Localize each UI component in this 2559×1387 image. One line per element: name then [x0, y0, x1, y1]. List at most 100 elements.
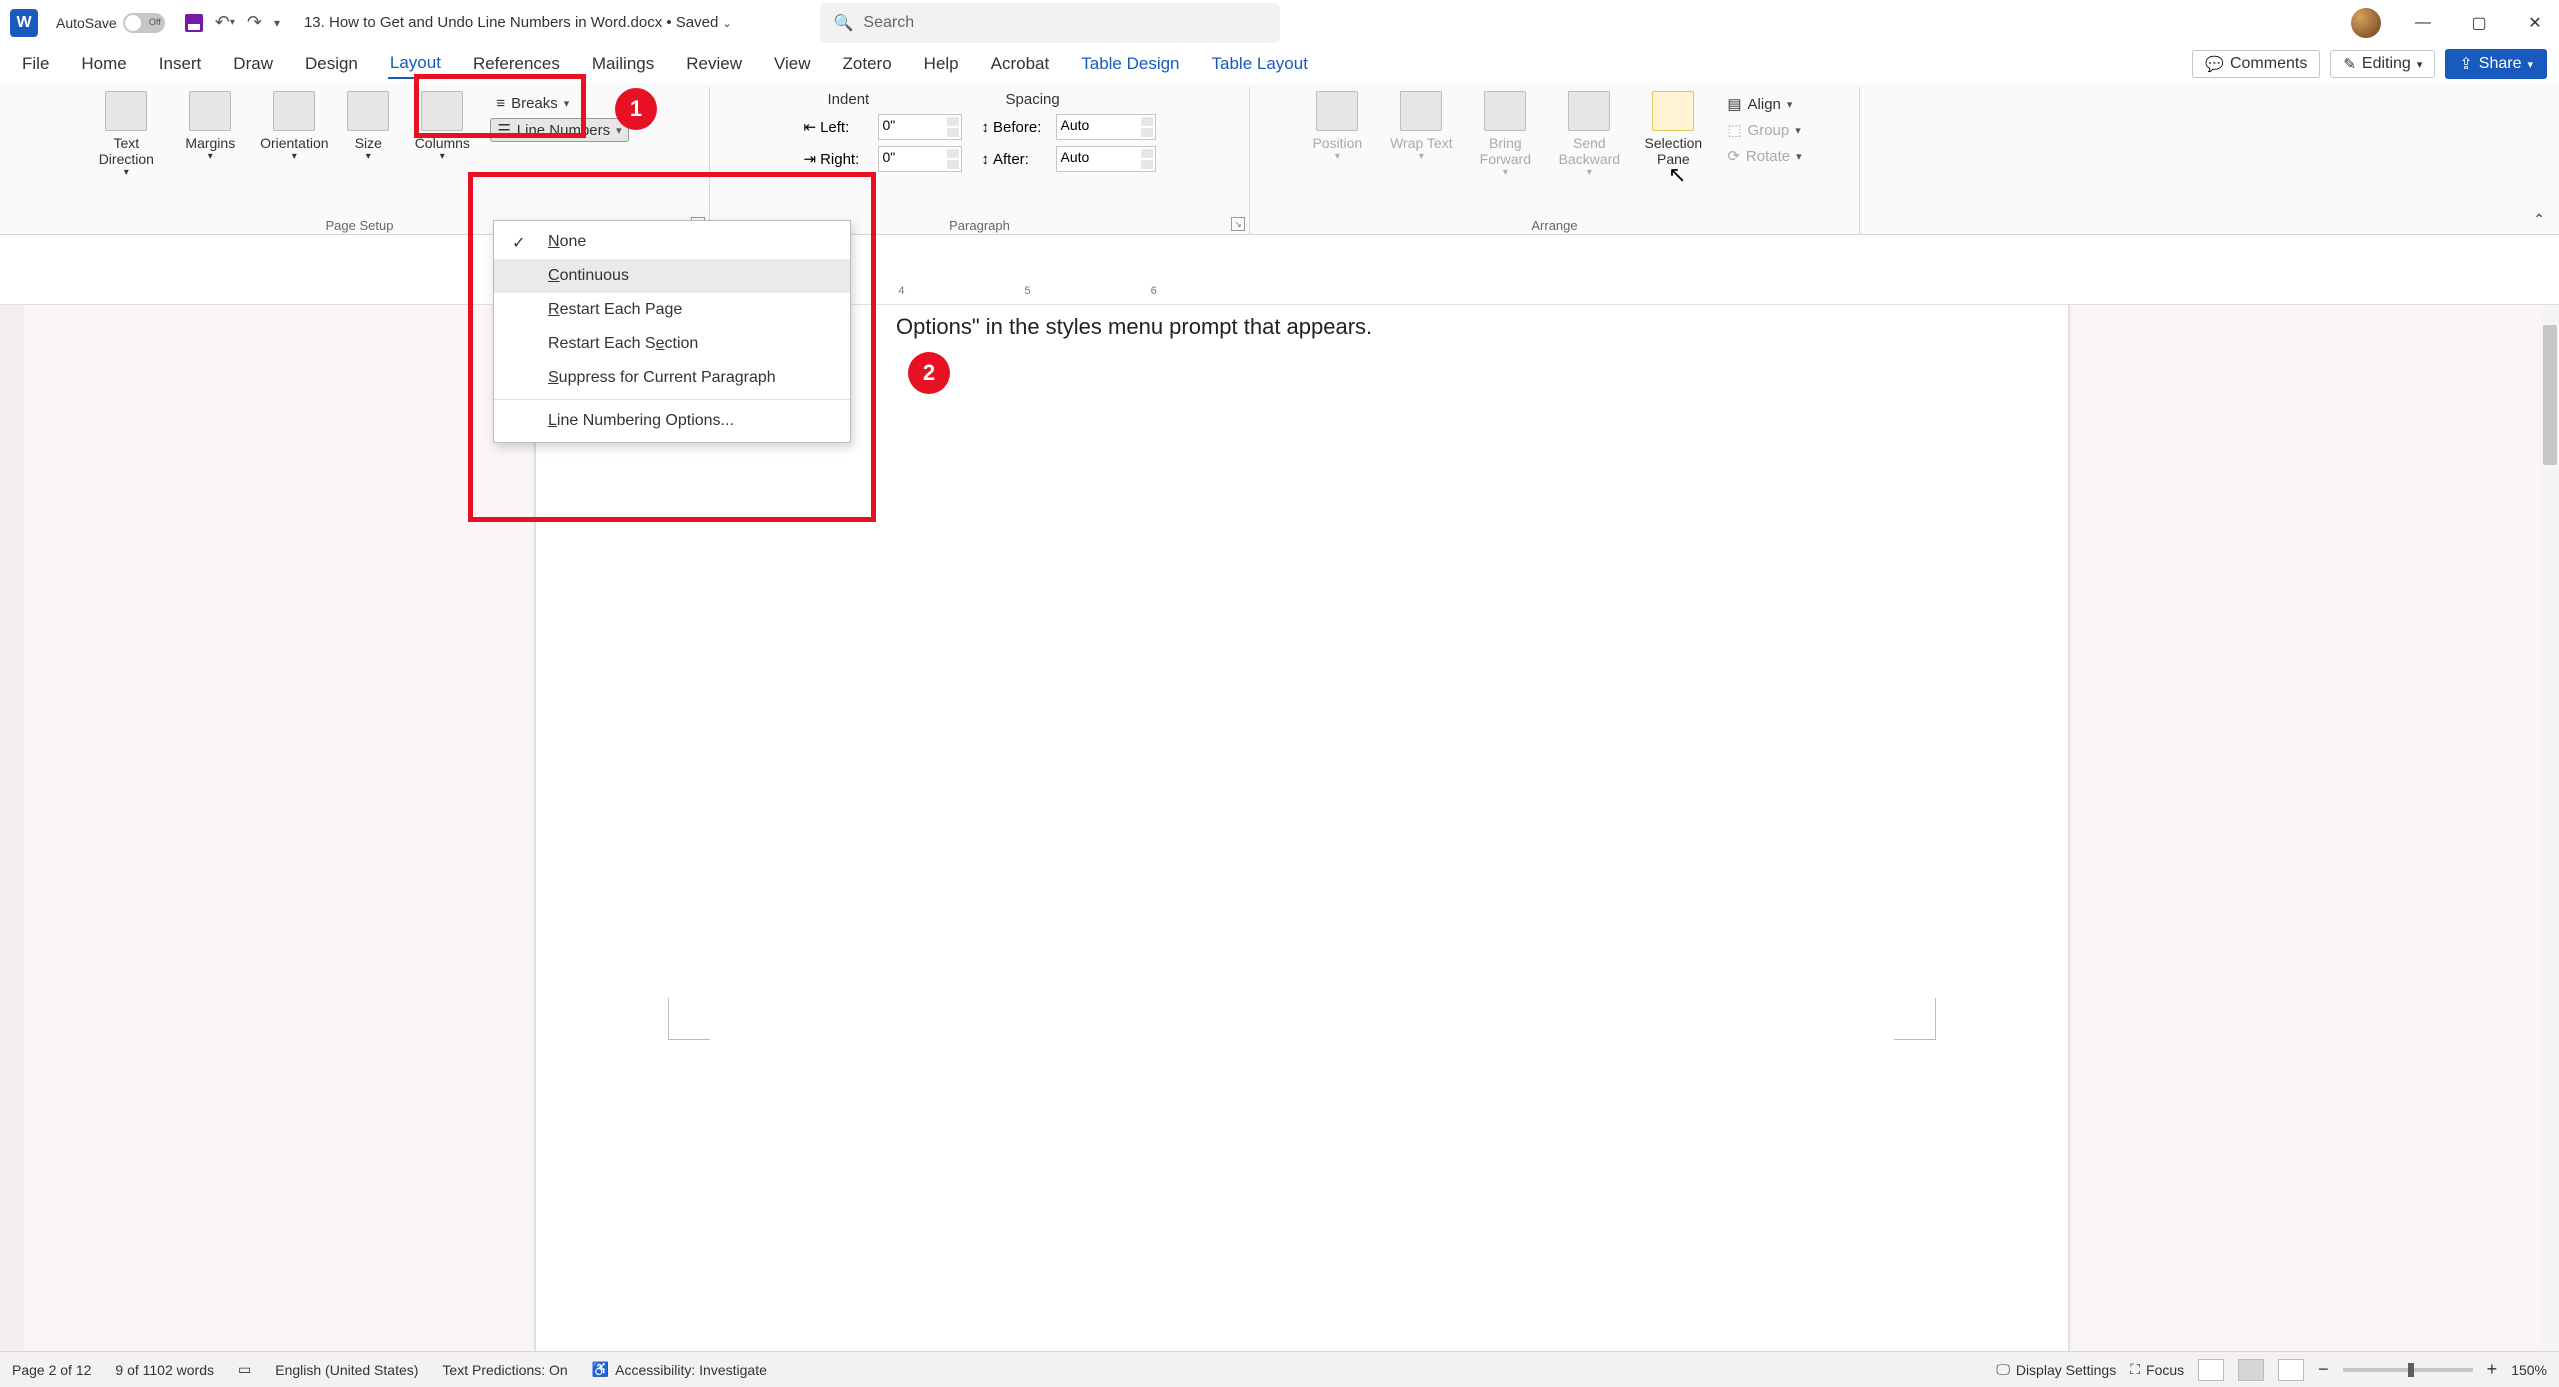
tab-help[interactable]: Help: [922, 50, 961, 78]
spacing-after-input[interactable]: Auto: [1056, 146, 1156, 172]
zoom-slider-handle[interactable]: [2408, 1363, 2414, 1377]
line-numbers-dropdown: ✓None Continuous Restart Each Page Resta…: [493, 220, 851, 443]
zoom-in-button[interactable]: +: [2487, 1359, 2498, 1380]
chevron-down-icon: ▾: [616, 124, 622, 137]
document-area: Options" in the styles menu prompt that …: [0, 305, 2559, 1351]
redo-button[interactable]: ↷: [247, 12, 262, 33]
display-settings-button[interactable]: 🖵Display Settings: [1996, 1361, 2116, 1378]
indent-right-input[interactable]: 0": [878, 146, 962, 172]
spacing-before-label: ↕Before:: [982, 119, 1052, 136]
tab-table-layout[interactable]: Table Layout: [1210, 50, 1310, 78]
status-words[interactable]: 9 of 1102 words: [115, 1362, 214, 1378]
tab-design[interactable]: Design: [303, 50, 360, 78]
comments-button[interactable]: 💬Comments: [2192, 50, 2320, 78]
ruler-mark: 4: [898, 285, 904, 297]
text-direction-button[interactable]: Text Direction▾: [90, 91, 162, 178]
bring-forward-button: Bring Forward▾: [1469, 91, 1541, 178]
collapse-ribbon-button[interactable]: ⌃: [2533, 211, 2545, 228]
pencil-icon: ✎: [2343, 55, 2356, 73]
tab-review[interactable]: Review: [684, 50, 744, 78]
scrollbar-thumb[interactable]: [2543, 325, 2557, 465]
indent-left-icon: ⇤: [804, 118, 817, 136]
tab-table-design[interactable]: Table Design: [1079, 50, 1181, 78]
line-numbers-button[interactable]: ☰Line Numbers▾: [490, 118, 628, 142]
share-button[interactable]: ⇪Share▾: [2445, 49, 2547, 79]
maximize-button[interactable]: ▢: [2465, 13, 2493, 33]
tab-zotero[interactable]: Zotero: [841, 50, 894, 78]
autosave-label: AutoSave: [56, 15, 117, 31]
selection-pane-button[interactable]: Selection Pane: [1637, 91, 1709, 167]
tab-layout[interactable]: Layout: [388, 49, 443, 79]
status-text-predictions[interactable]: Text Predictions: On: [442, 1362, 567, 1378]
menu-item-none[interactable]: ✓None: [494, 225, 850, 259]
indent-right-label: ⇥Right:: [804, 150, 874, 168]
horizontal-ruler[interactable]: 1 2 3 4 5 6: [0, 285, 2559, 305]
autosave-toggle[interactable]: AutoSave Off: [56, 13, 165, 33]
focus-button[interactable]: ⛶Focus: [2130, 1361, 2184, 1378]
chevron-down-icon: ▾: [230, 17, 235, 28]
tab-home[interactable]: Home: [79, 50, 128, 78]
qat-customize-button[interactable]: ▾: [274, 16, 280, 30]
status-language[interactable]: English (United States): [275, 1362, 418, 1378]
menu-item-suppress[interactable]: Suppress for Current Paragraph: [494, 361, 850, 395]
tab-view[interactable]: View: [772, 50, 813, 78]
paragraph-launcher[interactable]: ↘: [1231, 217, 1245, 231]
indent-left-input[interactable]: 0": [878, 114, 962, 140]
page-margin-guide: [668, 998, 710, 1040]
document-scroll[interactable]: Options" in the styles menu prompt that …: [24, 305, 2559, 1351]
word-app-icon: W: [10, 9, 38, 37]
zoom-level[interactable]: 150%: [2511, 1362, 2547, 1378]
bring-forward-icon: [1484, 91, 1526, 131]
spacing-before-icon: ↕: [982, 119, 990, 136]
menu-item-restart-page[interactable]: Restart Each Page: [494, 293, 850, 327]
user-avatar[interactable]: [2351, 8, 2381, 38]
group-page-setup: Text Direction▾ Margins▾ Orientation▾ Si…: [10, 87, 710, 235]
annotation-badge-2: 2: [908, 352, 950, 394]
menu-item-continuous[interactable]: Continuous: [494, 259, 850, 293]
page-margin-guide: [1894, 998, 1936, 1040]
group-paragraph: Indent ⇤Left:0" ⇥Right:0" Spacing ↕Befor…: [710, 87, 1250, 235]
columns-button[interactable]: Columns▾: [406, 91, 478, 162]
tab-draw[interactable]: Draw: [231, 50, 275, 78]
undo-button[interactable]: ↶▾: [215, 12, 235, 33]
indent-left-label: ⇤Left:: [804, 118, 874, 136]
minimize-button[interactable]: —: [2409, 14, 2437, 32]
size-button[interactable]: Size▾: [342, 91, 394, 162]
indent-header: Indent: [804, 91, 962, 108]
tab-insert[interactable]: Insert: [157, 50, 204, 78]
status-page[interactable]: Page 2 of 12: [12, 1362, 91, 1378]
chevron-down-icon: ▾: [406, 151, 478, 162]
document-text[interactable]: Options" in the styles menu prompt that …: [896, 314, 1372, 340]
status-accessibility[interactable]: ♿Accessibility: Investigate: [592, 1361, 767, 1378]
status-bar: Page 2 of 12 9 of 1102 words ▭ English (…: [0, 1351, 2559, 1387]
tab-file[interactable]: File: [20, 50, 51, 78]
search-box[interactable]: 🔍 Search: [820, 3, 1280, 43]
status-spellcheck[interactable]: ▭: [238, 1361, 251, 1378]
spacing-before-input[interactable]: Auto: [1056, 114, 1156, 140]
tab-references[interactable]: References: [471, 50, 562, 78]
zoom-out-button[interactable]: −: [2318, 1359, 2329, 1380]
book-icon: ▭: [238, 1361, 251, 1378]
read-mode-button[interactable]: [2198, 1359, 2224, 1381]
checkmark-icon: ✓: [512, 233, 525, 253]
save-button[interactable]: [185, 14, 203, 32]
tab-acrobat[interactable]: Acrobat: [989, 50, 1052, 78]
close-window-button[interactable]: ✕: [2521, 13, 2549, 33]
tab-mailings[interactable]: Mailings: [590, 50, 656, 78]
breaks-button[interactable]: ≡Breaks▾: [490, 93, 628, 114]
align-button[interactable]: ▤Align▾: [1721, 93, 1807, 115]
menu-item-line-numbering-options[interactable]: Line Numbering Options...: [494, 404, 850, 438]
document-page[interactable]: Options" in the styles menu prompt that …: [536, 305, 2068, 1351]
zoom-slider[interactable]: [2343, 1368, 2473, 1372]
align-icon: ▤: [1727, 95, 1741, 113]
document-title[interactable]: 13. How to Get and Undo Line Numbers in …: [304, 14, 732, 31]
web-layout-button[interactable]: [2278, 1359, 2304, 1381]
group-button: ⬚Group▾: [1721, 119, 1807, 141]
menu-item-restart-section[interactable]: Restart Each Section: [494, 327, 850, 361]
vertical-scrollbar[interactable]: [2541, 305, 2559, 1351]
editing-mode-button[interactable]: ✎Editing▾: [2330, 50, 2435, 78]
autosave-switch[interactable]: Off: [123, 13, 165, 33]
print-layout-button[interactable]: [2238, 1359, 2264, 1381]
margins-button[interactable]: Margins▾: [174, 91, 246, 162]
orientation-button[interactable]: Orientation▾: [258, 91, 330, 162]
